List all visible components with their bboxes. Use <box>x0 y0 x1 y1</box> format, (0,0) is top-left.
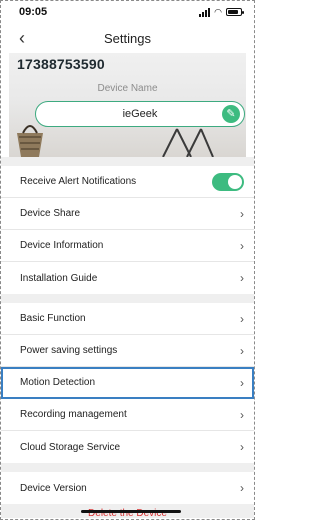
nav-bar: ‹ Settings <box>1 23 254 53</box>
section-divider <box>1 463 254 472</box>
chevron-right-icon: › <box>240 343 244 358</box>
settings-row-power-saving[interactable]: Power saving settings › <box>1 335 254 367</box>
status-bar: 09:05 ◠ <box>1 1 254 23</box>
section-divider <box>1 294 254 303</box>
row-label: Device Share <box>20 208 81 219</box>
page-title: Settings <box>104 30 151 46</box>
section-divider <box>1 157 254 166</box>
row-label: Receive Alert Notifications <box>20 176 137 187</box>
chevron-right-icon: › <box>240 311 244 326</box>
row-label: Power saving settings <box>20 345 118 356</box>
settings-row-motion-detection[interactable]: Motion Detection › <box>1 367 254 399</box>
device-name-value: ieGeek <box>122 108 158 120</box>
alert-notifications-row: Receive Alert Notifications <box>1 166 254 198</box>
device-name-label: Device Name <box>97 83 158 94</box>
wifi-icon: ◠ <box>214 6 222 17</box>
settings-row-device-share[interactable]: Device Share › <box>1 198 254 230</box>
home-indicator <box>81 510 181 513</box>
settings-row-cloud-storage[interactable]: Cloud Storage Service › <box>1 431 254 463</box>
chevron-right-icon: › <box>240 440 244 454</box>
chevron-right-icon: › <box>240 481 244 495</box>
settings-screen: 09:05 ◠ ‹ Settings 17388753590 Device Na… <box>1 1 254 519</box>
status-icons: ◠ <box>199 6 244 18</box>
battery-icon <box>226 8 244 16</box>
chair-decor-icon <box>162 128 214 157</box>
row-label: Device Information <box>20 240 104 251</box>
row-label: Cloud Storage Service <box>20 441 121 453</box>
alert-notifications-toggle[interactable] <box>212 172 244 191</box>
row-label: Motion Detection <box>20 377 96 388</box>
device-header: 17388753590 Device Name ieGeek ✎ <box>9 53 246 157</box>
row-label: Installation Guide <box>20 272 98 284</box>
chevron-right-icon: › <box>240 238 244 253</box>
settings-row-device-version[interactable]: Device Version › <box>1 472 254 504</box>
signal-icon <box>199 7 211 17</box>
chevron-right-icon: › <box>240 407 244 422</box>
row-label: Recording management <box>20 409 127 420</box>
settings-row-basic-function[interactable]: Basic Function › <box>1 303 254 335</box>
chevron-right-icon: › <box>240 206 244 221</box>
device-name-field[interactable]: ieGeek ✎ <box>35 101 245 127</box>
edit-pencil-icon[interactable]: ✎ <box>222 105 240 123</box>
chevron-right-icon: › <box>240 271 244 285</box>
toggle-knob <box>228 174 242 189</box>
chevron-right-icon: › <box>240 375 244 390</box>
row-label: Basic Function <box>20 313 86 324</box>
back-chevron-icon[interactable]: ‹ <box>19 29 25 47</box>
settings-row-recording-management[interactable]: Recording management › <box>1 399 254 431</box>
status-time: 09:05 <box>19 6 48 18</box>
device-id: 17388753590 <box>17 56 105 72</box>
settings-row-installation-guide[interactable]: Installation Guide › <box>1 262 254 294</box>
settings-row-device-information[interactable]: Device Information › <box>1 230 254 262</box>
row-label: Device Version <box>20 482 87 494</box>
